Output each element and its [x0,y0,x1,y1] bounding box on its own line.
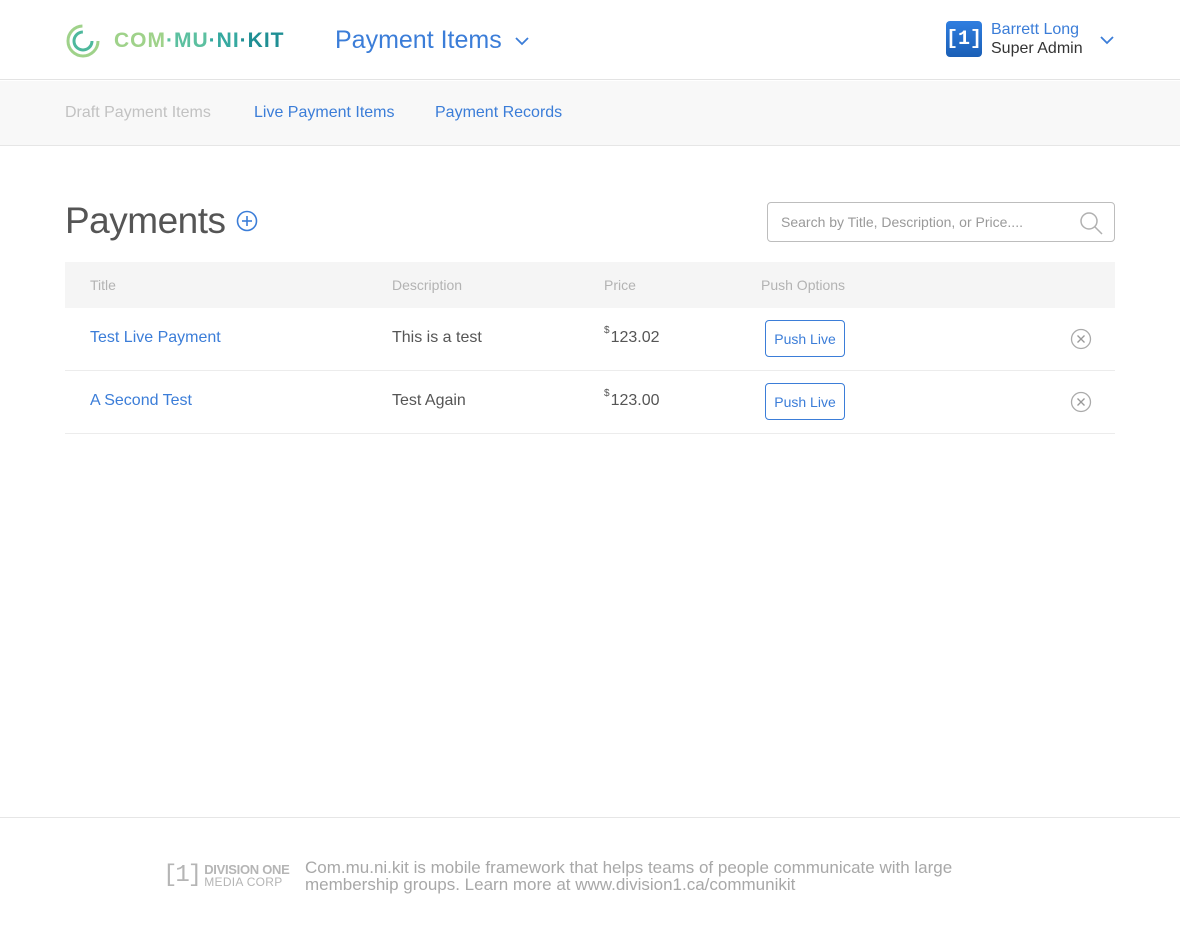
division-one-logo: [1] DIVISION ONE MEDIA CORP [163,861,290,889]
table-row: Test Live Payment This is a test $123.02… [65,308,1115,371]
table-header: Title Description Price Push Options [65,262,1115,308]
column-header-description: Description [392,277,463,293]
push-live-button[interactable]: Push Live [765,320,845,357]
logo-wordmark-part: COM [114,29,166,52]
page-footer: [1] DIVISION ONE MEDIA CORP Com.mu.ni.ki… [0,817,1180,932]
currency-symbol: $ [604,388,610,399]
page-title-row: Payments [65,200,258,242]
chevron-down-icon [1100,36,1114,45]
search-icon[interactable] [1078,210,1104,236]
table-row: A Second Test Test Again $123.00 Push Li… [65,371,1115,434]
currency-symbol: $ [604,325,610,336]
tab-draft-payment-items[interactable]: Draft Payment Items [65,104,211,122]
add-payment-button[interactable] [236,210,258,232]
search-box [767,202,1115,242]
delete-icon[interactable] [1070,328,1092,350]
division-one-logo-words: DIVISION ONE MEDIA CORP [204,861,290,889]
communikit-logo[interactable]: COM·MU·NI·KIT [66,24,284,58]
column-header-title: Title [90,277,116,293]
tab-payment-records[interactable]: Payment Records [435,104,562,122]
division-one-logo-line1: DIVISION ONE [204,861,290,877]
chevron-down-icon [515,36,529,45]
search-input[interactable] [781,203,1071,241]
top-header: COM·MU·NI·KIT Payment Items [1] Barrett … [0,0,1180,80]
logo-wordmark-part: ·KIT [239,29,285,52]
push-live-button[interactable]: Push Live [765,383,845,420]
tab-live-payment-items[interactable]: Live Payment Items [254,104,395,122]
division-one-logo-line2: MEDIA CORP [204,874,283,889]
user-info: Barrett Long Super Admin [991,20,1083,58]
page-title: Payments [65,200,226,241]
payment-title-link[interactable]: Test Live Payment [90,329,221,347]
price-value: 123.02 [610,329,660,346]
page-switcher-label: Payment Items [335,26,502,54]
payment-title-link[interactable]: A Second Test [90,392,192,410]
payment-description: This is a test [392,329,482,346]
communikit-logo-icon [66,24,100,58]
user-menu[interactable]: [1] Barrett Long Super Admin [946,20,1114,58]
payment-description: Test Again [392,392,466,409]
avatar: [1] [946,21,982,57]
price-value: 123.00 [610,392,660,409]
column-header-push-options: Push Options [761,277,846,293]
page-switcher-dropdown[interactable]: Payment Items [335,26,530,55]
sub-navigation: Draft Payment Items Live Payment Items P… [0,81,1180,146]
payment-price: $123.02 [604,325,660,347]
column-header-price: Price [604,277,636,293]
logo-wordmark: COM·MU·NI·KIT [114,29,284,53]
footer-description: Com.mu.ni.kit is mobile framework that h… [305,858,953,894]
payment-price: $123.00 [604,388,660,410]
payments-table: Title Description Price Push Options Tes… [65,262,1115,434]
logo-wordmark-part: ·MU [166,29,209,52]
division-one-logo-bracket: [1] [163,862,202,889]
user-role: Super Admin [991,40,1083,57]
user-name: Barrett Long [991,21,1080,38]
delete-icon[interactable] [1070,391,1092,413]
logo-wordmark-part: ·NI [208,29,240,52]
